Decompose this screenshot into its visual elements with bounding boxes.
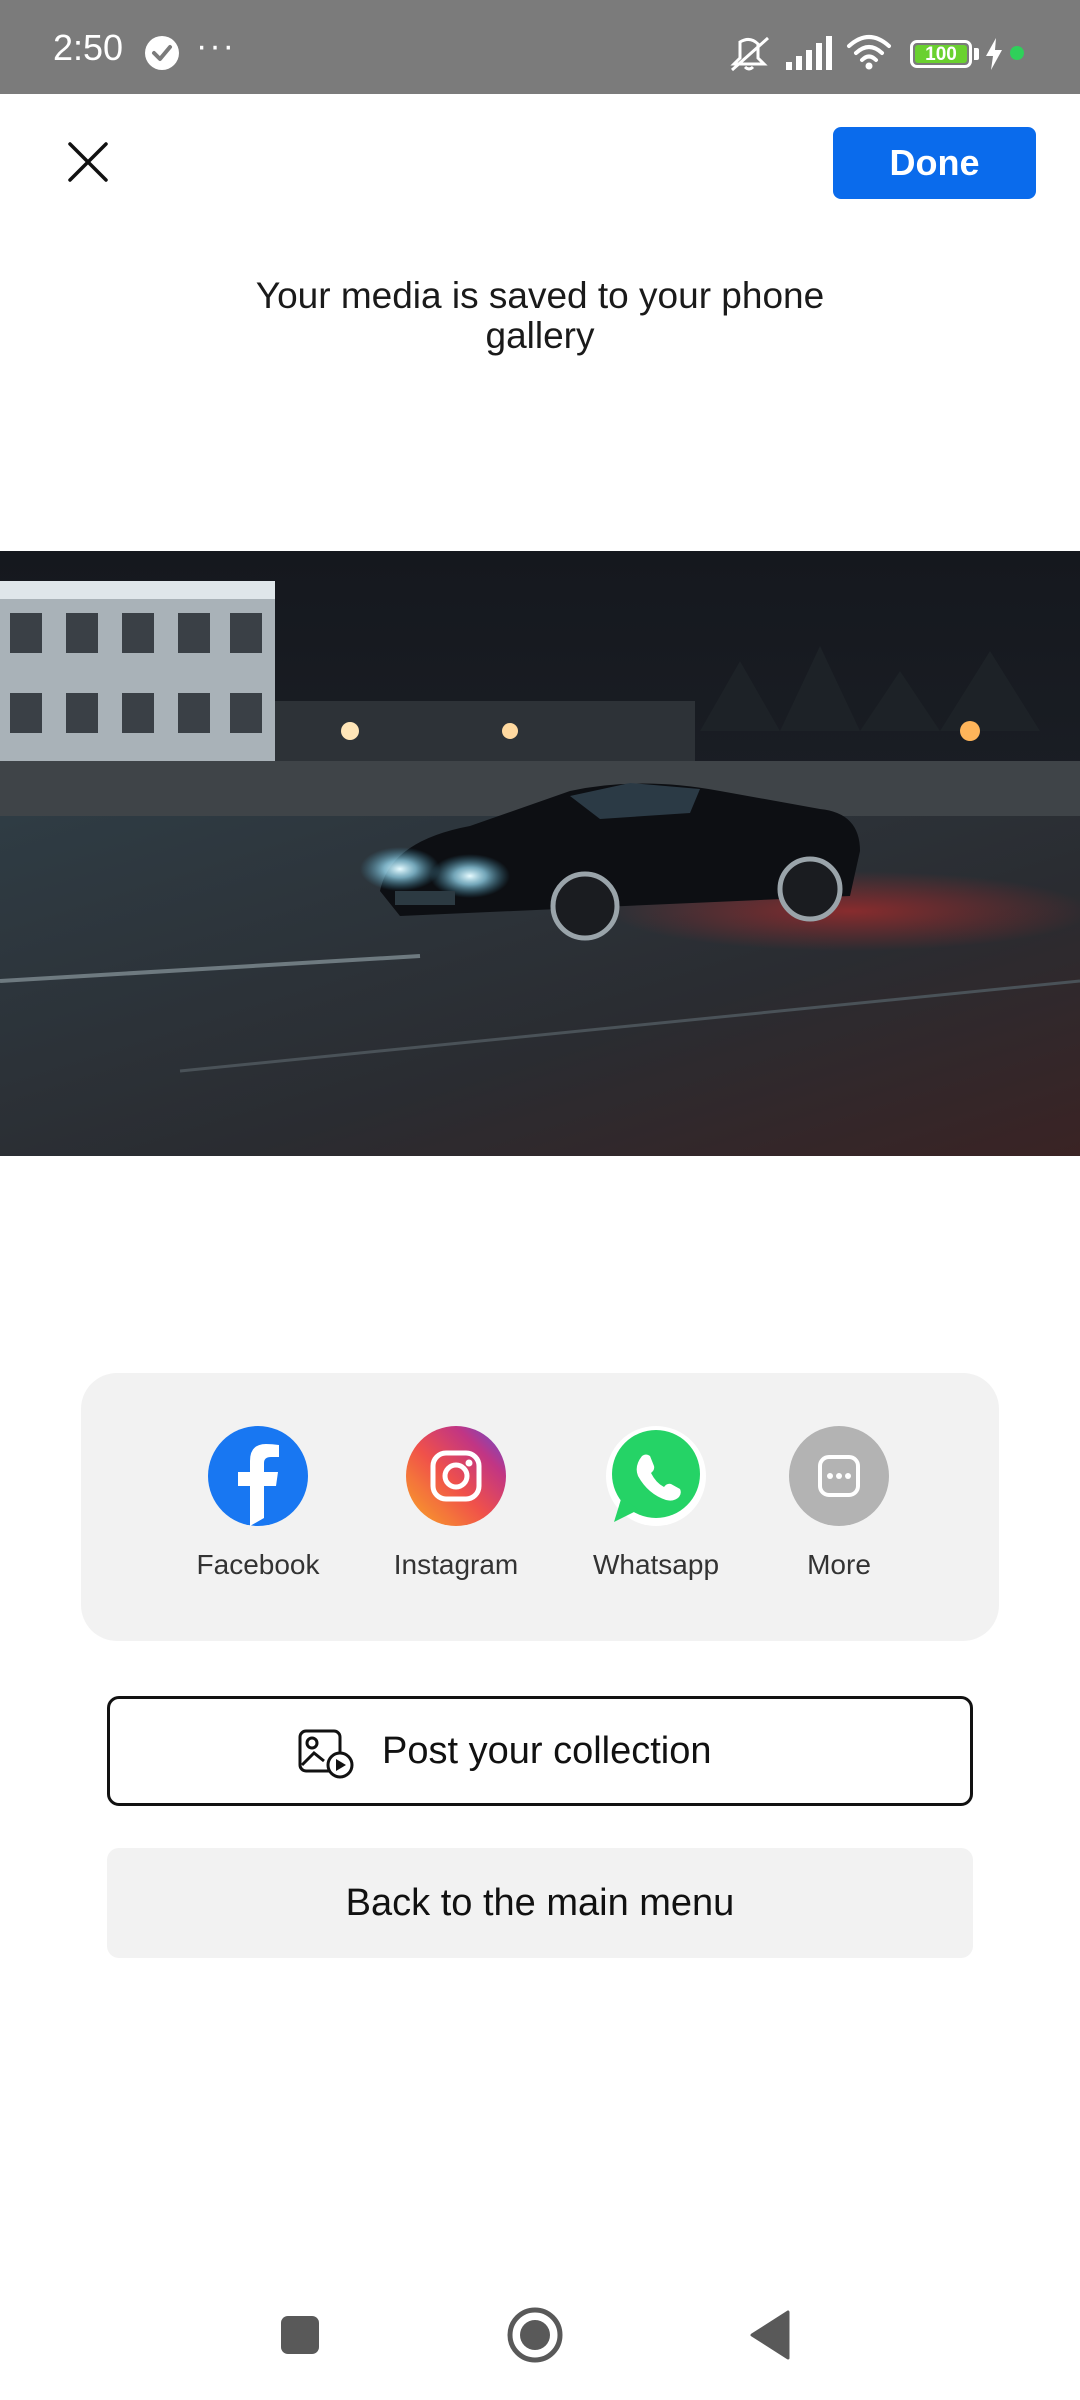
facebook-icon xyxy=(208,1426,308,1526)
close-button[interactable] xyxy=(56,132,120,196)
whatsapp-icon xyxy=(606,1426,706,1526)
status-bar: 2:50 ··· 100 xyxy=(0,0,1080,94)
more-notifications-indicator: ··· xyxy=(196,27,236,65)
charge-dot xyxy=(1010,46,1024,60)
back-icon xyxy=(750,2310,790,2360)
more-icon xyxy=(789,1426,889,1526)
battery-level: 100 xyxy=(925,44,957,65)
post-collection-label: Post your collection xyxy=(382,1730,712,1772)
signal-icon xyxy=(786,36,832,70)
done-button[interactable]: Done xyxy=(833,127,1036,199)
share-label-instagram: Instagram xyxy=(393,1549,519,1580)
share-label-facebook: Facebook xyxy=(196,1549,320,1580)
share-card: Facebook Instagram Whatsapp More xyxy=(81,1373,999,1641)
instagram-icon xyxy=(406,1426,506,1526)
back-to-main-menu-button[interactable]: Back to the main menu xyxy=(107,1848,973,1958)
share-facebook[interactable]: Facebook xyxy=(178,1426,338,1596)
share-instagram[interactable]: Instagram xyxy=(376,1426,536,1596)
battery-nub xyxy=(974,48,979,60)
share-whatsapp[interactable]: Whatsapp xyxy=(576,1426,736,1596)
recents-button[interactable] xyxy=(279,2314,321,2356)
check-circle-icon xyxy=(145,36,179,70)
share-label-more: More xyxy=(807,1549,871,1580)
post-collection-button[interactable]: Post your collection xyxy=(107,1696,973,1806)
page-title: Your media is saved to your phone galler… xyxy=(255,275,825,356)
media-preview-image xyxy=(0,551,1080,1156)
mute-icon xyxy=(730,36,769,72)
status-time: 2:50 xyxy=(53,27,124,68)
wifi-icon xyxy=(847,35,891,70)
battery-icon: 100 xyxy=(910,40,972,68)
home-icon xyxy=(507,2307,563,2363)
home-button[interactable] xyxy=(506,2306,564,2364)
share-label-whatsapp: Whatsapp xyxy=(592,1549,720,1580)
gallery-post-icon xyxy=(298,1729,354,1779)
close-icon xyxy=(68,142,108,182)
media-preview xyxy=(0,551,1080,1156)
charging-icon xyxy=(986,38,1002,70)
back-button[interactable] xyxy=(748,2310,792,2360)
recents-icon xyxy=(281,2316,319,2354)
share-more[interactable]: More xyxy=(759,1426,919,1596)
